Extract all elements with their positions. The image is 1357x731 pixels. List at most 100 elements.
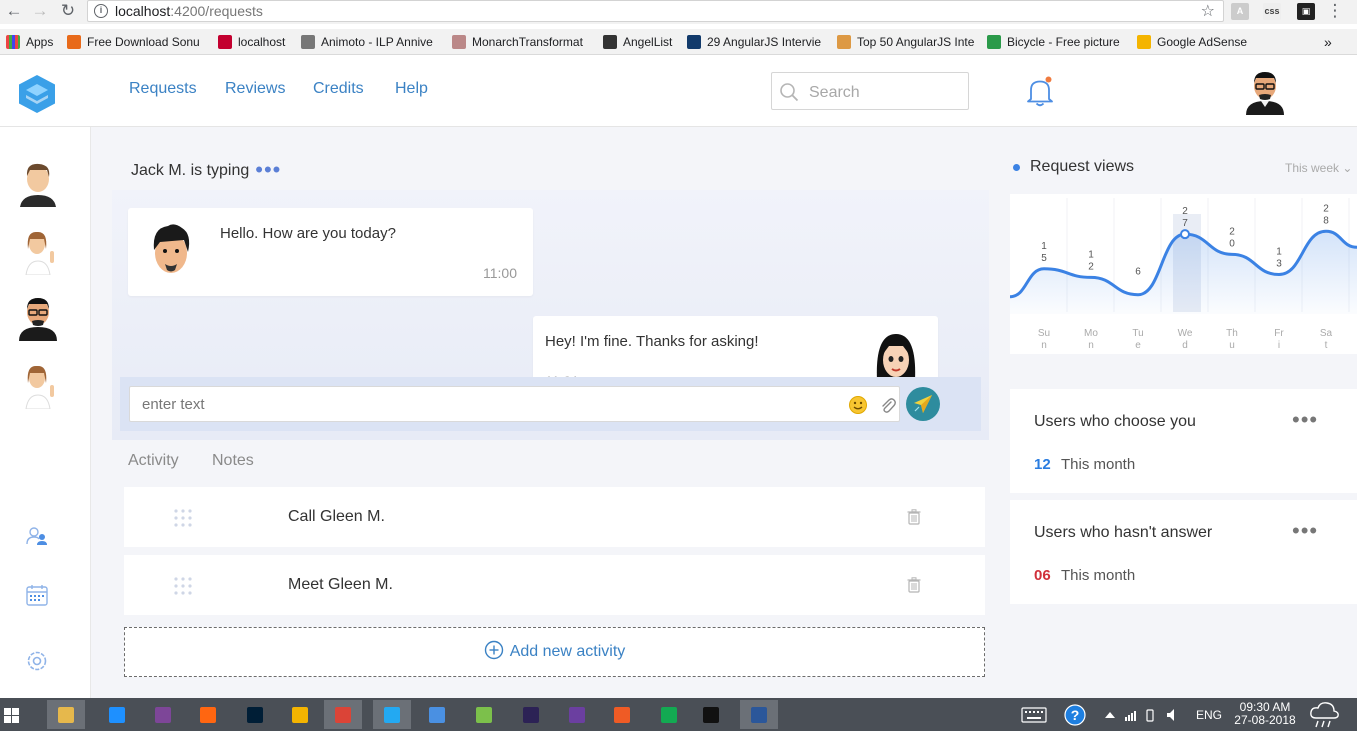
taskbar-app-word[interactable] (740, 700, 778, 729)
taskbar-app-mongodb-compass[interactable] (650, 700, 688, 729)
x-tick-label: e (1135, 340, 1141, 351)
data-label: 2 (1088, 261, 1094, 272)
bookmark-item[interactable]: MonarchTransformat (452, 33, 592, 51)
svg-text:?: ? (1071, 707, 1080, 723)
clock-date: 27-08-2018 (1234, 713, 1296, 727)
screen-extension-icon[interactable]: ▣ (1297, 3, 1315, 20)
taskbar-app-chrome[interactable] (324, 700, 362, 729)
weather-rain-icon[interactable] (1308, 700, 1340, 729)
drag-handle-icon[interactable] (173, 576, 193, 596)
chevron-down-icon: ⌄ (1342, 161, 1353, 175)
tor-browser-icon (155, 707, 171, 723)
taskbar-app-postman[interactable] (603, 700, 641, 729)
nav-requests[interactable]: Requests (129, 80, 197, 98)
users-icon[interactable] (25, 524, 49, 548)
browser-toolbar: ← → ↻ i localhost:4200/requests ☆ A css … (0, 0, 1357, 24)
settings-gear-icon[interactable] (25, 649, 49, 673)
bookmark-item[interactable]: Top 50 AngularJS Inte (837, 33, 977, 51)
nav-reviews[interactable]: Reviews (225, 80, 285, 98)
taskbar-app-firefox[interactable] (189, 700, 227, 729)
taskbar-app-file-explorer[interactable] (47, 700, 85, 729)
keyboard-icon[interactable] (1021, 707, 1047, 723)
bookmark-item[interactable]: Animoto - ILP Annive (301, 33, 443, 51)
more-options-button[interactable]: ••• (1292, 407, 1318, 433)
bookmark-star-icon[interactable]: ☆ (1201, 1, 1215, 21)
input-language[interactable]: ENG (1196, 708, 1222, 722)
user-avatar[interactable] (1243, 69, 1287, 115)
taskbar-app-tor-browser[interactable] (144, 700, 182, 729)
send-button[interactable] (906, 387, 940, 421)
taskbar-app-app-purple[interactable] (558, 700, 596, 729)
notification-bell-icon[interactable] (1026, 76, 1054, 108)
x-tick-label: Sa (1320, 328, 1333, 339)
calendar-icon[interactable] (25, 583, 49, 607)
windows-start-button[interactable] (0, 700, 24, 729)
message-input-placeholder: enter text (142, 396, 205, 413)
search-input[interactable]: Search (771, 72, 969, 110)
bookmark-favicon-icon (687, 35, 701, 49)
contact-avatar[interactable] (16, 159, 60, 207)
data-label: 0 (1229, 238, 1235, 249)
app-logo[interactable] (18, 74, 56, 114)
taskbar-app-chrome-canary[interactable] (281, 700, 319, 729)
nav-credits[interactable]: Credits (313, 80, 364, 98)
forward-icon[interactable]: → (30, 1, 50, 21)
period-dropdown[interactable]: This week ⌄ (1285, 161, 1352, 175)
x-tick-label: Su (1038, 328, 1050, 339)
system-tray-icons[interactable] (1105, 707, 1185, 723)
taskbar-app-cmd[interactable] (692, 700, 730, 729)
message-input[interactable]: enter text (129, 386, 900, 422)
bookmark-item[interactable]: AngelList (603, 33, 681, 51)
bookmark-item[interactable]: localhost (218, 33, 296, 51)
contact-avatar[interactable] (16, 293, 60, 341)
more-options-button[interactable]: ••• (1292, 518, 1318, 544)
nav-help[interactable]: Help (395, 80, 428, 98)
more-bookmarks-button[interactable]: » (1324, 33, 1338, 51)
trash-icon[interactable] (907, 509, 921, 525)
bookmark-favicon-icon (987, 35, 1001, 49)
internet-explorer-icon (109, 707, 125, 723)
bookmark-apps[interactable]: Apps (6, 33, 61, 51)
chrome-menu-icon[interactable]: ⋮ (1325, 1, 1345, 21)
request-views-chart: 1 5 Su n 1 2 Mo n 6 Tu e 2 7 We d 2 0 Th u 1 3 Fr i 2 8 Sa t (1009, 194, 1357, 354)
contact-avatar[interactable] (16, 227, 60, 275)
taskbar-app-vscode[interactable] (373, 700, 411, 729)
taskbar-app-internet-explorer[interactable] (98, 700, 136, 729)
data-label: 2 (1323, 203, 1329, 214)
data-label: 1 (1088, 249, 1094, 260)
reload-icon[interactable]: ↻ (58, 1, 78, 21)
tab-notes[interactable]: Notes (212, 452, 254, 470)
firefox-icon (200, 707, 216, 723)
add-activity-button[interactable]: Add new activity (124, 627, 985, 677)
chrome-icon (335, 707, 351, 723)
data-point[interactable] (1180, 229, 1190, 240)
taskbar-app-photoshop[interactable] (236, 700, 274, 729)
taskbar-app-sticky-notes[interactable] (465, 700, 503, 729)
activity-label: Call Gleen M. (288, 508, 385, 525)
contact-avatar[interactable] (16, 361, 60, 409)
bookmark-item[interactable]: Google AdSense (1137, 33, 1252, 51)
drag-handle-icon[interactable] (173, 508, 193, 528)
bookmark-item[interactable]: 29 AngularJS Intervie (687, 33, 826, 51)
bookmark-item[interactable]: Bicycle - Free picture (987, 33, 1127, 51)
contacts-sidebar (0, 127, 91, 698)
taskbar-app-robo3t[interactable] (418, 700, 456, 729)
chat-panel: Hello. How are you today? 11:00 Hey! I'm… (112, 190, 989, 440)
system-clock[interactable]: 09:30 AM 27-08-2018 (1234, 701, 1296, 727)
address-bar[interactable]: i localhost:4200/requests ☆ (87, 0, 1224, 22)
emoji-icon[interactable] (848, 395, 868, 415)
back-icon[interactable]: ← (4, 1, 24, 21)
attachment-icon[interactable] (878, 395, 896, 415)
bookmark-item[interactable]: Free Download Sonu (67, 33, 205, 51)
app-purple-icon (569, 707, 585, 723)
chrome-canary-icon (292, 707, 308, 723)
x-tick-label: Tu (1132, 328, 1143, 339)
tab-activity[interactable]: Activity (128, 452, 179, 470)
help-icon[interactable]: ? (1064, 704, 1086, 726)
x-tick-label: d (1182, 340, 1188, 351)
info-icon[interactable]: i (94, 4, 108, 18)
trash-icon[interactable] (907, 577, 921, 593)
taskbar-app-eclipse[interactable] (512, 700, 550, 729)
css-extension-icon[interactable]: css (1263, 3, 1281, 20)
pdf-extension-icon[interactable]: A (1231, 3, 1249, 20)
